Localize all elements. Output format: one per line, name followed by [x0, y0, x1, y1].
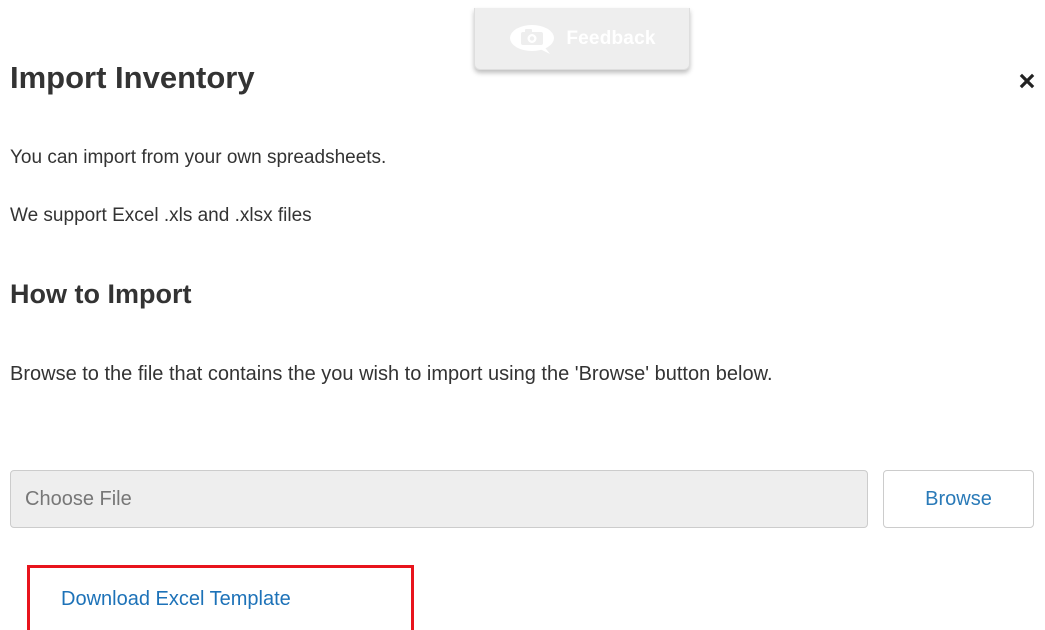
download-excel-template-link[interactable]: Download Excel Template	[61, 586, 291, 612]
import-instructions: Browse to the file that contains the you…	[10, 363, 773, 385]
feedback-label: Feedback	[566, 27, 656, 49]
choose-file-input[interactable]	[10, 470, 868, 528]
close-icon	[1019, 73, 1035, 89]
how-to-import-heading: How to Import	[10, 279, 192, 309]
close-button[interactable]	[1012, 66, 1042, 96]
browse-button[interactable]: Browse	[883, 470, 1034, 528]
intro-text-file-types: We support Excel .xls and .xlsx files	[10, 205, 312, 226]
feedback-tab[interactable]: Feedback	[474, 8, 690, 70]
modal-title: Import Inventory	[10, 60, 255, 95]
intro-text-spreadsheets: You can import from your own spreadsheet…	[10, 147, 387, 168]
camera-speech-bubble-icon	[510, 24, 555, 54]
